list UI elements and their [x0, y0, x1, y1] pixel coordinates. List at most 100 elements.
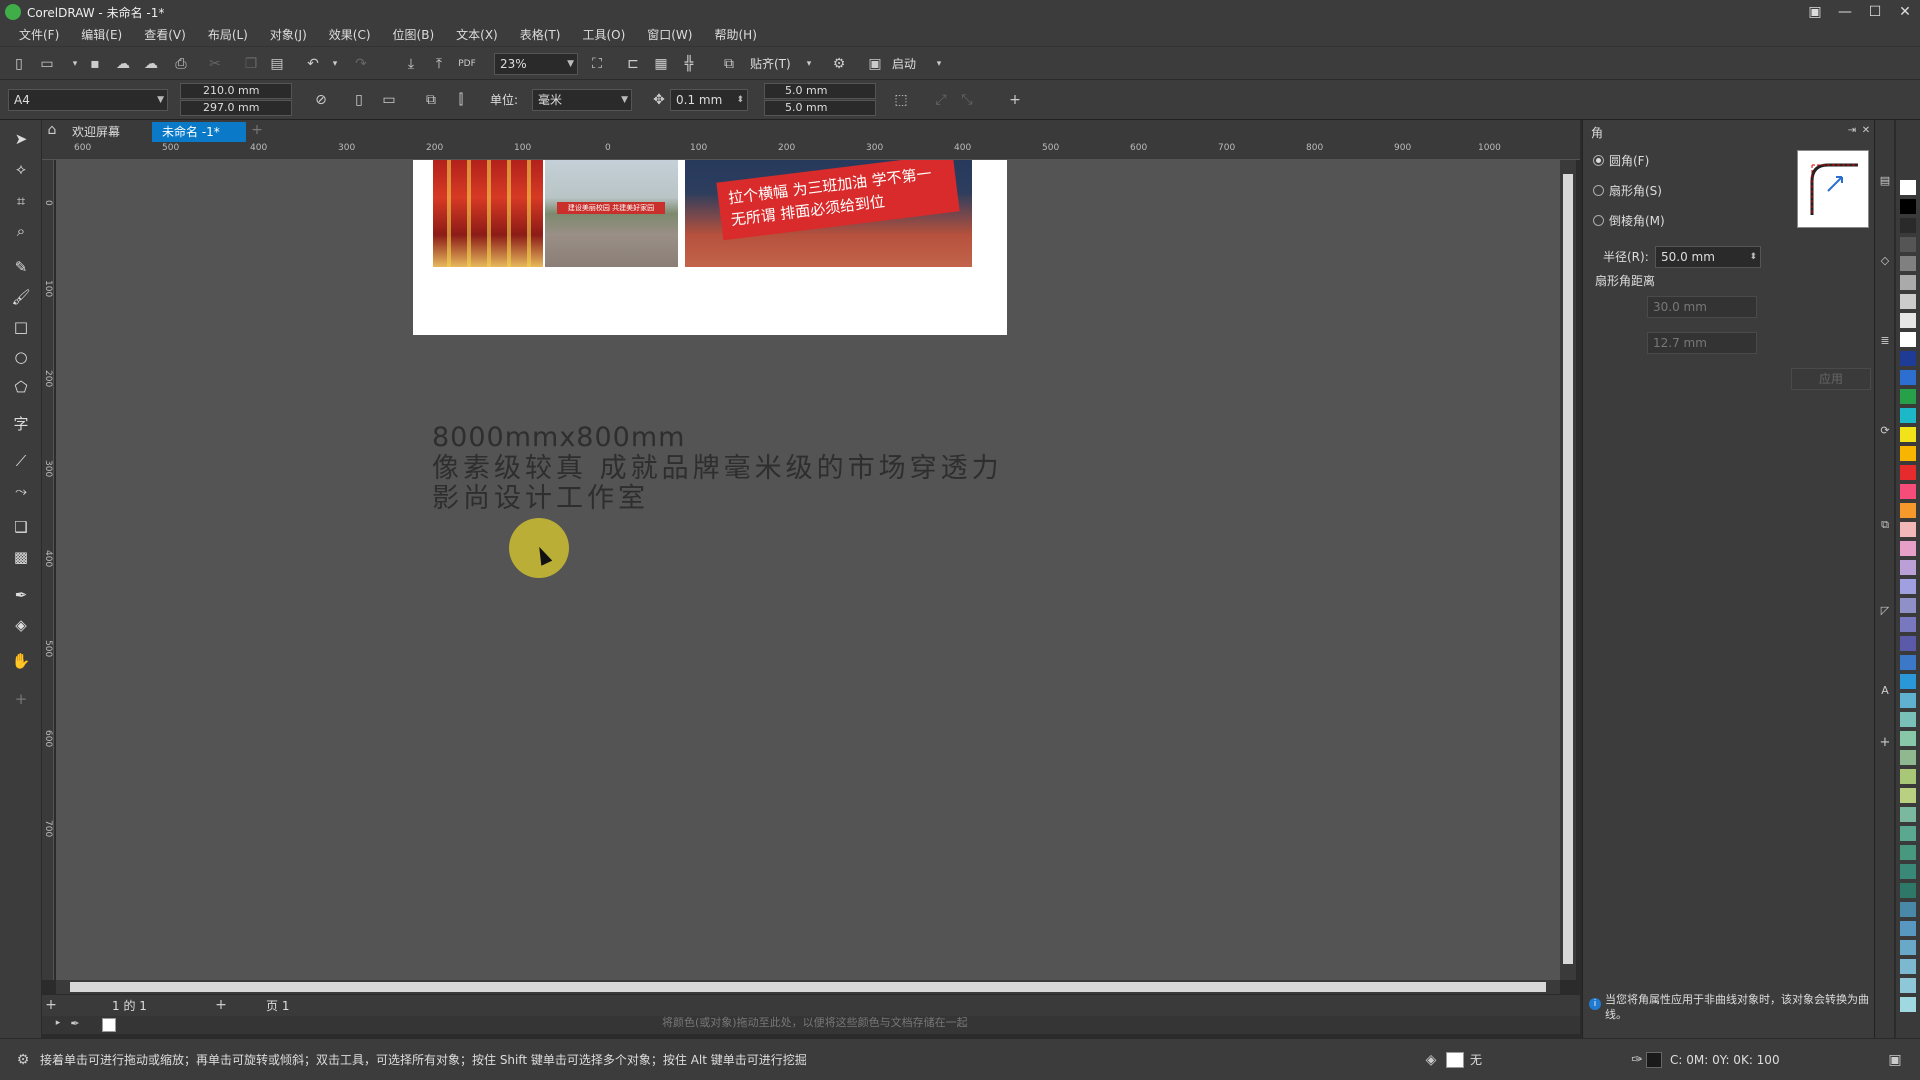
- connector-tool-icon[interactable]: ⤳: [10, 480, 32, 502]
- menu-file[interactable]: 文件(F): [8, 24, 70, 46]
- text-docker-tab[interactable]: A: [1875, 660, 1895, 720]
- home-icon[interactable]: ⌂: [42, 120, 62, 140]
- color-eyedropper-icon[interactable]: ✒: [10, 584, 32, 606]
- smart-fill-icon[interactable]: ✋: [10, 650, 32, 672]
- radio-round-corner[interactable]: 圆角(F): [1593, 152, 1649, 169]
- palette-swatch[interactable]: [1900, 332, 1916, 347]
- palette-swatch[interactable]: [1900, 883, 1916, 898]
- import-icon[interactable]: ⤓: [400, 53, 422, 75]
- fill-icon[interactable]: ◈: [1420, 1049, 1442, 1071]
- vertical-ruler[interactable]: 0 100 200 300 400 500 600 700: [42, 160, 54, 980]
- parallel-dimension-icon[interactable]: ⟋: [10, 450, 32, 472]
- menu-window[interactable]: 窗口(W): [636, 24, 703, 46]
- zoom-level-combo[interactable]: 23% ▼: [494, 53, 578, 75]
- palette-swatch[interactable]: [1900, 617, 1916, 632]
- interactive-fill-icon[interactable]: ◈: [10, 614, 32, 636]
- menu-help[interactable]: 帮助(H): [703, 24, 767, 46]
- close-button[interactable]: ✕: [1890, 0, 1920, 24]
- export-icon[interactable]: ⤒: [428, 53, 450, 75]
- palette-swatch[interactable]: [1900, 731, 1916, 746]
- eyedropper-icon[interactable]: ✒: [66, 1014, 84, 1032]
- align-docker-tab[interactable]: ⧉: [1875, 480, 1895, 570]
- menu-layout[interactable]: 布局(L): [197, 24, 259, 46]
- palette-swatch[interactable]: [1900, 978, 1916, 993]
- palette-swatch[interactable]: [1900, 446, 1916, 461]
- palette-swatch[interactable]: [1900, 826, 1916, 841]
- palette-swatch[interactable]: [1900, 560, 1916, 575]
- palette-swatch[interactable]: [1900, 351, 1916, 366]
- freehand-tool-icon[interactable]: ✎: [10, 256, 32, 278]
- palette-swatch[interactable]: [1900, 902, 1916, 917]
- launch-icon[interactable]: ▣: [864, 53, 886, 75]
- palette-swatch[interactable]: [1900, 180, 1916, 195]
- drawing-canvas[interactable]: 建设美丽校园 共建美好家园 拉个横幅 为三班加油 学不第一无所谓 排面必须给到位…: [56, 160, 1560, 980]
- corner-docker-tab[interactable]: ◸: [1875, 580, 1895, 640]
- palette-swatch[interactable]: [1900, 636, 1916, 651]
- publish-pdf-icon[interactable]: PDF: [456, 53, 478, 75]
- page-bleed-icon[interactable]: ⫿: [450, 89, 472, 111]
- minimize-button[interactable]: —: [1830, 0, 1860, 24]
- nudge-distance-field[interactable]: 0.1 mm ⬍: [670, 89, 748, 111]
- undo-dropdown-icon[interactable]: ▾: [324, 53, 346, 75]
- menu-text[interactable]: 文本(X): [445, 24, 509, 46]
- photo-students-banner[interactable]: 拉个横幅 为三班加油 学不第一无所谓 排面必须给到位: [685, 160, 972, 267]
- palette-swatch[interactable]: [1900, 788, 1916, 803]
- tab-welcome-screen[interactable]: 欢迎屏幕: [62, 122, 131, 142]
- palette-flyout-icon[interactable]: ▸: [50, 1014, 66, 1032]
- palette-swatch[interactable]: [1900, 674, 1916, 689]
- menu-tools[interactable]: 工具(O): [571, 24, 636, 46]
- add-page-after-icon[interactable]: +: [212, 995, 230, 1015]
- transform-icon[interactable]: ⬚: [890, 89, 912, 111]
- horizontal-scroll-thumb[interactable]: [70, 982, 1546, 992]
- page-size-combo[interactable]: A4 ▼: [8, 89, 168, 111]
- close-docker-icon[interactable]: ✕: [1859, 122, 1873, 138]
- duplicate-x-field[interactable]: 5.0 mm: [764, 83, 876, 99]
- palette-swatch[interactable]: [1900, 921, 1916, 936]
- tab-document[interactable]: 未命名 -1*: [152, 122, 246, 142]
- save-icon[interactable]: ▪: [84, 53, 106, 75]
- radius-field[interactable]: 50.0 mm ⬍: [1655, 246, 1761, 268]
- palette-swatch[interactable]: [1900, 845, 1916, 860]
- palette-swatch[interactable]: [1900, 237, 1916, 252]
- palette-swatch[interactable]: [1900, 294, 1916, 309]
- text-tool-icon[interactable]: 字: [10, 412, 32, 434]
- dropdown-arrow-icon[interactable]: ▾: [64, 53, 86, 75]
- expand-icon[interactable]: ⇥: [1845, 122, 1859, 138]
- objects-docker-tab[interactable]: ≣: [1875, 310, 1895, 370]
- artistic-media-icon[interactable]: 🖌: [10, 286, 32, 308]
- show-rulers-icon[interactable]: ⊏: [622, 53, 644, 75]
- palette-swatch[interactable]: [1900, 389, 1916, 404]
- palette-swatch[interactable]: [1900, 940, 1916, 955]
- scallop-distance-2-field[interactable]: 12.7 mm: [1647, 332, 1757, 354]
- redo-icon[interactable]: ↷: [350, 53, 372, 75]
- rectangle-tool-icon[interactable]: □: [10, 316, 32, 338]
- no-color-swatch[interactable]: [102, 1018, 116, 1032]
- apply-button[interactable]: 应用: [1791, 368, 1871, 390]
- options-gear-icon[interactable]: ⚙: [828, 53, 850, 75]
- cut-icon[interactable]: ✂: [204, 53, 226, 75]
- settings-gear-icon[interactable]: ⚙: [12, 1049, 34, 1071]
- palette-swatch[interactable]: [1900, 959, 1916, 974]
- polygon-tool-icon[interactable]: ⬠: [10, 376, 32, 398]
- page-layout-icon[interactable]: ⧉: [420, 89, 442, 111]
- cloud-import-icon[interactable]: ☁: [112, 53, 134, 75]
- scallop-distance-1-field[interactable]: 30.0 mm: [1647, 296, 1757, 318]
- menu-bitmaps[interactable]: 位图(B): [382, 24, 446, 46]
- palette-swatch[interactable]: [1900, 997, 1916, 1012]
- palette-swatch[interactable]: [1900, 579, 1916, 594]
- cloud-export-icon[interactable]: ☁: [140, 53, 162, 75]
- document-page[interactable]: 建设美丽校园 共建美好家园 拉个横幅 为三班加油 学不第一无所谓 排面必须给到位: [413, 160, 1007, 335]
- palette-swatch[interactable]: [1900, 256, 1916, 271]
- drop-shadow-icon[interactable]: ❑: [10, 516, 32, 538]
- paste-icon[interactable]: ▤: [266, 53, 288, 75]
- copy-icon[interactable]: ❐: [240, 53, 262, 75]
- palette-swatch[interactable]: [1900, 370, 1916, 385]
- transparency-tool-icon[interactable]: ▩: [10, 546, 32, 568]
- menu-edit[interactable]: 编辑(E): [70, 24, 133, 46]
- hints-docker-tab[interactable]: ◇: [1875, 230, 1895, 290]
- text-dimensions[interactable]: 8000mmx800mm: [432, 422, 1003, 454]
- palette-swatch[interactable]: [1900, 541, 1916, 556]
- maximize-button[interactable]: ☐: [1860, 0, 1890, 24]
- palette-swatch[interactable]: [1900, 712, 1916, 727]
- palette-swatch[interactable]: [1900, 275, 1916, 290]
